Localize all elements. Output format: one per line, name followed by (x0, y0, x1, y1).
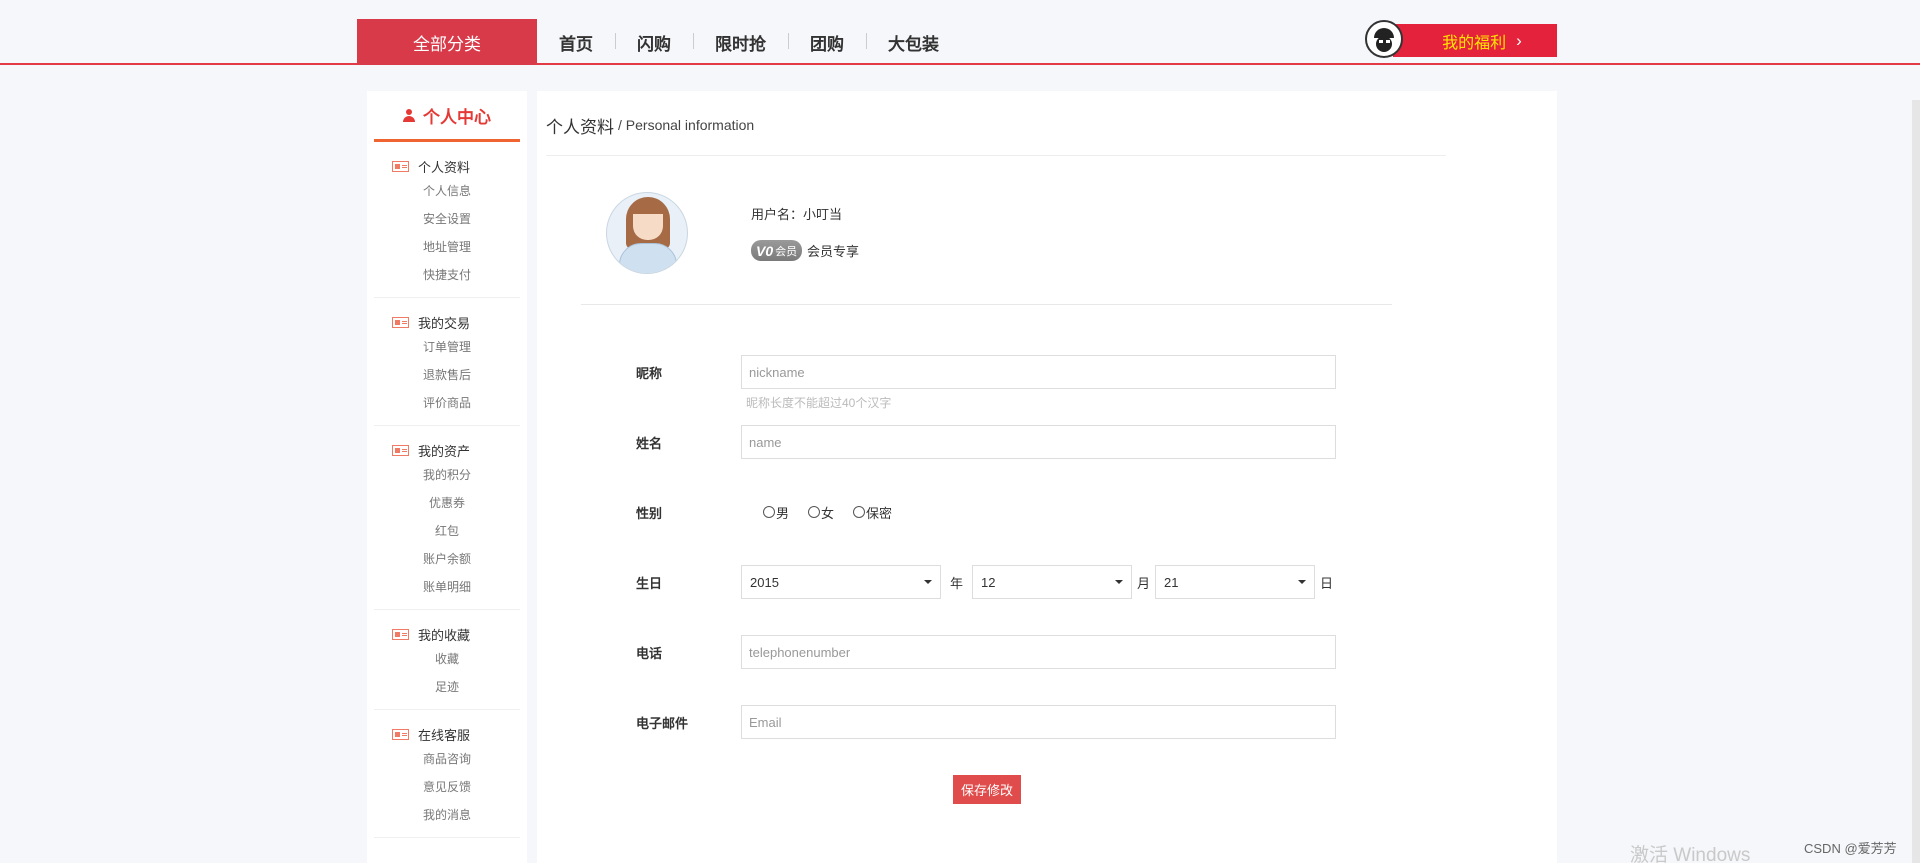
id-card-icon (392, 316, 409, 328)
username-line: 用户名：小叮当 (751, 204, 842, 223)
sidebar-item-points[interactable]: 我的积分 (374, 461, 520, 489)
caret-down-icon (924, 580, 932, 584)
nav-item-big-pack[interactable]: 大包装 (866, 30, 961, 55)
sidebar-group-title: 我的资产 (374, 440, 520, 460)
nav-item-home[interactable]: 首页 (537, 30, 615, 55)
sidebar-item-address[interactable]: 地址管理 (374, 233, 520, 261)
sidebar-group-title: 我的交易 (374, 312, 520, 332)
email-label: 电子邮件 (636, 715, 689, 731)
sidebar-title-text: 个人中心 (423, 107, 491, 127)
sidebar-group-title: 我的收藏 (374, 624, 520, 644)
year-unit: 年 (950, 575, 964, 591)
save-button[interactable]: 保存修改 (953, 775, 1021, 804)
sidebar-item-balance[interactable]: 账户余额 (374, 545, 520, 573)
nickname-input[interactable] (741, 355, 1336, 389)
caret-down-icon (1115, 580, 1124, 584)
sidebar-item-feedback[interactable]: 意见反馈 (374, 773, 520, 801)
activation-watermark: 激活 Windows (1630, 845, 1751, 863)
user-icon (403, 108, 415, 122)
phone-input[interactable] (741, 635, 1336, 669)
sidebar-group-service: 在线客服 商品咨询 意见反馈 我的消息 (374, 710, 520, 838)
page-title: 个人资料 / Personal information (546, 91, 1446, 156)
birth-day-select[interactable]: 21 (1155, 565, 1316, 599)
sidebar-item-favorites[interactable]: 收藏 (374, 645, 520, 673)
page-scrollbar[interactable] (1912, 100, 1920, 863)
csdn-credit: CSDN @爱芳芳 (1804, 841, 1897, 856)
nav-item-flash-sale[interactable]: 闪购 (615, 30, 693, 55)
name-label: 姓名 (636, 435, 663, 451)
id-card-icon (392, 160, 409, 172)
nickname-label: 昵称 (636, 365, 663, 381)
gender-row: 性别 男 女 保密 (636, 495, 1356, 529)
my-welfare-widget[interactable]: 我的福利 › (1365, 20, 1557, 58)
email-input[interactable] (741, 705, 1336, 739)
id-card-icon (392, 444, 409, 456)
sidebar-item-red-packets[interactable]: 红包 (374, 517, 520, 545)
sidebar-group-title: 在线客服 (374, 724, 520, 744)
sidebar-group-favorites: 我的收藏 收藏 足迹 (374, 610, 520, 710)
vip-badge: V0 会员 (751, 240, 802, 261)
username-label: 用户名： (751, 207, 804, 222)
sidebar-item-messages[interactable]: 我的消息 (374, 801, 520, 829)
sidebar-title: 个人中心 (374, 91, 520, 142)
profile-summary: 用户名：小叮当 V0 会员 会员专享 (581, 191, 1392, 305)
phone-row: 电话 (636, 635, 1356, 669)
sidebar-item-reviews[interactable]: 评价商品 (374, 389, 520, 417)
nav-item-limited-time[interactable]: 限时抢 (693, 30, 788, 55)
sidebar-group-profile: 个人资料 个人信息 安全设置 地址管理 快捷支付 (374, 142, 520, 298)
sidebar-item-consult[interactable]: 商品咨询 (374, 745, 520, 773)
name-input[interactable] (741, 425, 1336, 459)
sidebar-item-security[interactable]: 安全设置 (374, 205, 520, 233)
sidebar-item-coupons[interactable]: 优惠券 (374, 489, 520, 517)
sidebar-item-history[interactable]: 足迹 (374, 673, 520, 701)
day-unit: 日 (1320, 575, 1334, 591)
welfare-avatar-icon (1365, 20, 1403, 58)
nickname-hint: 昵称长度不能超过40个汉字 (746, 396, 892, 410)
all-categories-button[interactable]: 全部分类 (357, 19, 537, 65)
phone-label: 电话 (636, 645, 663, 661)
my-welfare-label: 我的福利 (1442, 34, 1507, 52)
vip-line: V0 会员 会员专享 (751, 240, 859, 261)
page-subtitle: / Personal information (618, 117, 755, 133)
gender-female-radio[interactable]: 女 (808, 503, 834, 522)
chevron-right-icon: › (1516, 30, 1522, 50)
sidebar-group-assets: 我的资产 我的积分 优惠券 红包 账户余额 账单明细 (374, 426, 520, 610)
email-row: 电子邮件 (636, 705, 1356, 739)
vip-text: 会员专享 (807, 244, 860, 259)
profile-panel: 个人资料 / Personal information 用户名：小叮当 V0 会员… (537, 91, 1557, 863)
username-value: 小叮当 (803, 207, 843, 222)
id-card-icon (392, 728, 409, 740)
birthday-label: 生日 (636, 575, 663, 591)
sidebar-item-refund[interactable]: 退款售后 (374, 361, 520, 389)
sidebar-item-quick-pay[interactable]: 快捷支付 (374, 261, 520, 289)
sidebar-item-orders[interactable]: 订单管理 (374, 333, 520, 361)
gender-secret-radio[interactable]: 保密 (853, 503, 892, 522)
id-card-icon (392, 628, 409, 640)
avatar[interactable] (606, 192, 688, 274)
page-title-text: 个人资料 (546, 117, 614, 137)
birthday-row: 生日 2015 年 12 月 21 日 (636, 565, 1356, 599)
gender-label: 性别 (636, 505, 663, 521)
sidebar-group-title: 个人资料 (374, 156, 520, 176)
user-center-sidebar: 个人中心 个人资料 个人信息 安全设置 地址管理 快捷支付 我的交易 订单管理 … (367, 91, 527, 863)
name-row: 姓名 (636, 425, 1356, 459)
main-nav: 首页 闪购 限时抢 团购 大包装 (537, 19, 961, 65)
caret-down-icon (1298, 580, 1307, 584)
sidebar-item-bill-details[interactable]: 账单明细 (374, 573, 520, 601)
nav-item-group-buy[interactable]: 团购 (788, 30, 866, 55)
month-unit: 月 (1137, 575, 1151, 591)
top-navigation-bar: 全部分类 首页 闪购 限时抢 团购 大包装 我的福利 › (0, 0, 1920, 65)
gender-male-radio[interactable]: 男 (763, 503, 789, 522)
nickname-row: 昵称 (636, 355, 1356, 389)
sidebar-item-personal-info[interactable]: 个人信息 (374, 177, 520, 205)
sidebar-group-trade: 我的交易 订单管理 退款售后 评价商品 (374, 298, 520, 426)
birth-year-select[interactable]: 2015 (741, 565, 941, 599)
my-welfare-button[interactable]: 我的福利 › (1393, 24, 1557, 57)
birth-month-select[interactable]: 12 (972, 565, 1133, 599)
